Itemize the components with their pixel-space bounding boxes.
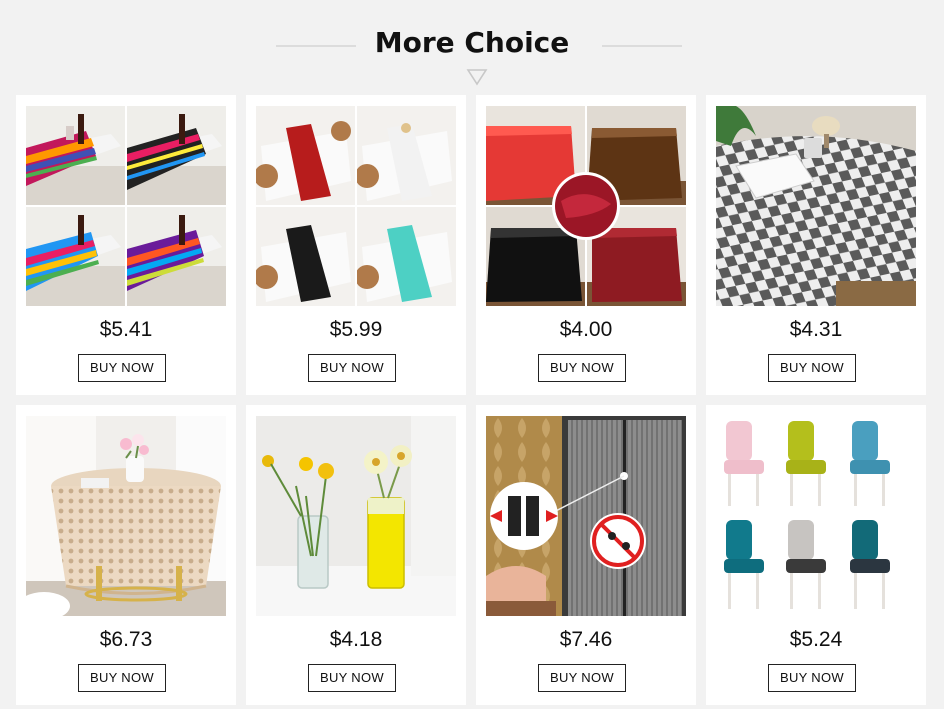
product-price: $5.99: [329, 318, 383, 341]
product-price: $6.73: [99, 628, 153, 651]
product-card[interactable]: $6.73 BUY NOW: [16, 405, 236, 705]
header-divider-right: [602, 45, 682, 47]
buy-now-button[interactable]: BUY NOW: [78, 664, 166, 692]
section-title: More Choice: [374, 26, 570, 59]
product-price: $5.24: [789, 628, 843, 651]
product-card[interactable]: $7.46 BUY NOW: [476, 405, 696, 705]
product-price: $4.00: [559, 318, 613, 341]
buy-now-button[interactable]: BUY NOW: [538, 354, 626, 382]
chevron-down-icon: [466, 69, 488, 86]
product-card[interactable]: $5.41 BUY NOW: [16, 95, 236, 395]
product-image[interactable]: [716, 416, 916, 616]
buy-now-button[interactable]: BUY NOW: [308, 354, 396, 382]
product-price: $7.46: [559, 628, 613, 651]
buy-now-button[interactable]: BUY NOW: [78, 354, 166, 382]
product-price: $4.31: [789, 318, 843, 341]
product-card[interactable]: $5.24 BUY NOW: [706, 405, 926, 705]
product-price: $5.41: [99, 318, 153, 341]
product-image[interactable]: [486, 106, 686, 306]
product-image[interactable]: [26, 416, 226, 616]
product-image[interactable]: [486, 416, 686, 616]
product-image[interactable]: [256, 416, 456, 616]
product-card[interactable]: $4.18 BUY NOW: [246, 405, 466, 705]
product-card[interactable]: $4.00 BUY NOW: [476, 95, 696, 395]
product-image[interactable]: [716, 106, 916, 306]
buy-now-button[interactable]: BUY NOW: [768, 664, 856, 692]
buy-now-button[interactable]: BUY NOW: [768, 354, 856, 382]
buy-now-button[interactable]: BUY NOW: [308, 664, 396, 692]
product-image[interactable]: [26, 106, 226, 306]
product-card[interactable]: $4.31 BUY NOW: [706, 95, 926, 395]
product-image[interactable]: [256, 106, 456, 306]
buy-now-button[interactable]: BUY NOW: [538, 664, 626, 692]
section-header: More Choice: [0, 0, 944, 95]
product-card[interactable]: $5.99 BUY NOW: [246, 95, 466, 395]
product-price: $4.18: [329, 628, 383, 651]
